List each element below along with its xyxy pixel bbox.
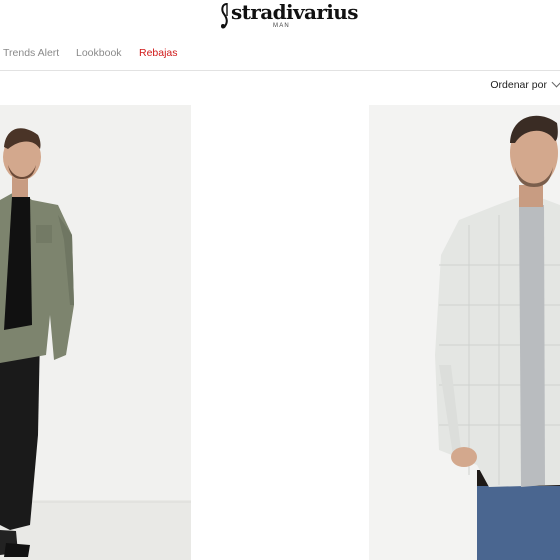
nav-item-rebajas[interactable]: Rebajas	[139, 47, 178, 59]
brand-wordmark: stradivarius	[231, 0, 359, 24]
top-header: stradivarius MAN	[0, 0, 560, 37]
brand-subtitle: MAN	[273, 23, 290, 29]
brand-logo[interactable]: stradivarius MAN	[220, 0, 359, 33]
product-image[interactable]	[0, 105, 191, 560]
product-card[interactable]	[0, 105, 191, 560]
chevron-down-icon	[551, 77, 560, 88]
product-image[interactable]	[369, 105, 560, 560]
sort-label: Ordenar por	[490, 79, 547, 91]
product-card[interactable]	[369, 105, 560, 560]
sort-dropdown[interactable]: Ordenar por	[490, 77, 560, 91]
nav-item-lookbook[interactable]: Lookbook	[76, 47, 122, 59]
nav-item-trends-alert[interactable]: Trends Alert	[3, 47, 59, 59]
category-nav: Trends Alert Lookbook Rebajas	[0, 36, 560, 71]
